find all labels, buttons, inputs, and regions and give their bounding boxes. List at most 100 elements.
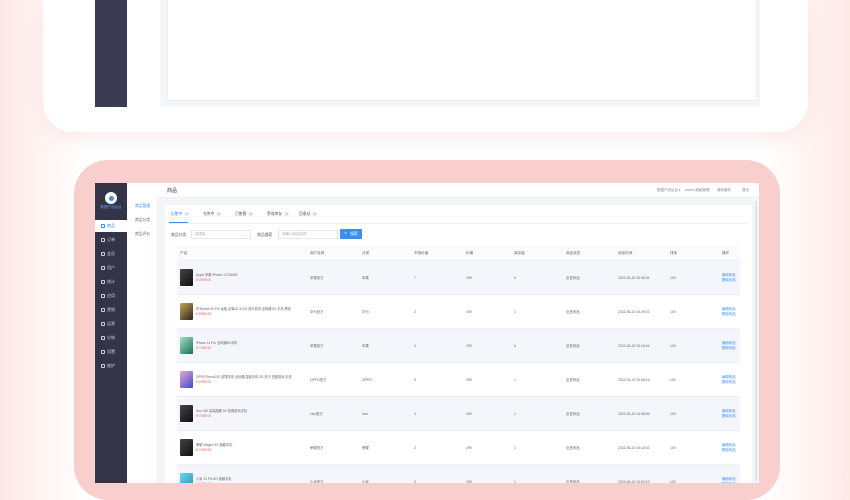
- sidebar-item-label: 会员: [107, 251, 115, 256]
- cell-price2: 199: [463, 294, 511, 329]
- sidebar-item[interactable]: 商品: [95, 220, 127, 232]
- menu-icon: [101, 238, 105, 242]
- menu-icon: [101, 224, 105, 228]
- cell-category: 荣耀: [359, 430, 411, 465]
- cell-sort: 100: [667, 464, 719, 483]
- cell-market: 3: [411, 464, 463, 483]
- subnav-item[interactable]: 商品评价: [127, 227, 157, 241]
- sidebar-item[interactable]: 应用: [95, 290, 127, 302]
- sidebar-item[interactable]: 分销: [95, 332, 127, 344]
- tab-count-badge: 0: [284, 212, 289, 216]
- table-row[interactable]: Apple 苹果 iPhone 12 256GB ¥ 3999.00 苹果官方 苹果 7…: [177, 260, 740, 295]
- sidebar-item[interactable]: 用户: [95, 262, 127, 274]
- cell-time: 2022-06-20 15:18:44: [615, 328, 667, 363]
- user-menu[interactable]: admin 超级管理: [685, 188, 710, 193]
- status-tab[interactable]: 已售罄 0: [235, 212, 254, 217]
- column-header: 产品: [177, 246, 307, 261]
- sidebar-item[interactable]: 运营: [95, 318, 127, 330]
- tab-count-badge: 0: [312, 212, 318, 216]
- tab-divider: [169, 223, 748, 224]
- column-header: 商品状态: [563, 246, 615, 261]
- product-thumbnail[interactable]: [180, 439, 193, 456]
- sidebar-item[interactable]: 订单: [95, 234, 127, 246]
- cell-time: 2022-06-20 15:08:15: [615, 362, 667, 397]
- tab-count-badge: 7: [184, 212, 190, 216]
- cell-status: 出售商品: [563, 294, 615, 329]
- cell-time: 2022-06-20 15:18:02: [615, 430, 667, 465]
- product-thumbnail[interactable]: [180, 269, 193, 286]
- delete-product-link[interactable]: 删除商品: [722, 414, 739, 419]
- product-price: ¥ 7499.00: [196, 346, 212, 351]
- top-bar: 商品 数据产品后台 ▸ admin 超级管理 清除缓存 退出: [157, 183, 759, 198]
- table-row[interactable]: vivo X80 高端旗舰 5G 拍照游戏手机 ¥ 7499.00 vivo官方 vi…: [177, 396, 740, 431]
- product-thumbnail[interactable]: [180, 337, 193, 354]
- table-row[interactable]: OPPO Reno8 5G 超薄手机 全网通 智能手机 5G 双卡 拍照游戏 手…: [177, 362, 740, 397]
- status-tab[interactable]: 出售中 7: [171, 212, 190, 217]
- status-tab[interactable]: 回收站 0: [299, 212, 318, 217]
- sidebar-item-label: 设置: [107, 349, 115, 354]
- table-row[interactable]: 华为Mate 50 Pro 远端 天翼4G 512G 双卡双待 全网通 5G 手…: [177, 294, 740, 329]
- menu-icon: [101, 364, 105, 368]
- sidebar-item[interactable]: 营销: [95, 304, 127, 316]
- cell-stock: 1: [511, 396, 563, 431]
- cell-stock: 1: [511, 362, 563, 397]
- table-row[interactable]: iPhone 14 Pro 全网通5G手机 ¥ 7499.00 苹果官方 苹果 4 299…: [177, 328, 740, 363]
- subnav-item[interactable]: 商品分类: [127, 213, 157, 227]
- product-info: 华为Mate 50 Pro 远端 天翼4G 512G 双卡双待 全网通 5G 手…: [180, 303, 306, 320]
- tab-label: 仓库中: [203, 212, 215, 216]
- scrollbar[interactable]: [755, 201, 757, 481]
- cell-merchant: 苹果官方: [307, 328, 359, 363]
- sidebar-item[interactable]: 设置: [95, 346, 127, 358]
- table-row[interactable]: 荣耀 Magic4 5G 旗舰手机 ¥ 7499.00 荣耀官方 荣耀 3 299 1 出售商…: [177, 430, 740, 465]
- delete-product-link[interactable]: 删除商品: [722, 380, 739, 385]
- menu-icon: [101, 336, 105, 340]
- column-header: 商户名称: [307, 246, 359, 261]
- sidebar-item[interactable]: 统计: [95, 276, 127, 288]
- product-thumbnail[interactable]: [180, 473, 193, 483]
- cell-stock: 1: [511, 294, 563, 329]
- search-button[interactable]: 🔍 搜索: [340, 229, 362, 239]
- category-filter-label: 商品分类: [171, 233, 187, 237]
- sidebar-item[interactable]: 维护: [95, 360, 127, 372]
- cell-price2: 299: [463, 328, 511, 363]
- cell-time: 2022-06-20 15:29:02: [615, 294, 667, 329]
- cell-price2: 299: [463, 362, 511, 397]
- actions-cell: 编辑商品删除商品: [719, 294, 740, 329]
- sidebar-item-label: 运营: [107, 321, 115, 326]
- actions-cell: 编辑商品删除商品: [719, 396, 740, 431]
- page-title: 商品: [167, 188, 178, 194]
- product-thumbnail[interactable]: [180, 371, 193, 388]
- product-thumbnail[interactable]: [180, 303, 193, 320]
- table-row[interactable]: 小米 13 Pro 5G 旗舰手机¥ 3999.00小米官方小米31991出售商…: [177, 464, 740, 484]
- logout-button[interactable]: 退出: [742, 188, 749, 193]
- tab-label: 警戒库存: [267, 212, 283, 216]
- cell-status: 出售商品: [563, 396, 615, 431]
- sidebar-item[interactable]: 会员: [95, 248, 127, 260]
- delete-product-link[interactable]: 删除商品: [722, 448, 739, 453]
- subnav-item[interactable]: 商品管理: [127, 199, 157, 213]
- cell-merchant: 苹果官方: [307, 260, 359, 295]
- product-text: Apple 苹果 iPhone 12 256GB ¥ 3999.00: [196, 273, 237, 283]
- cell-sort: 100: [667, 294, 719, 329]
- cell-sort: 100: [667, 396, 719, 431]
- product-thumbnail[interactable]: [180, 405, 193, 422]
- cell-price2: 199: [463, 260, 511, 295]
- product-text: vivo X80 高端旗舰 5G 拍照游戏手机 ¥ 7499.00: [196, 409, 247, 419]
- menu-icon: [101, 252, 105, 256]
- tab-label: 已售罄: [235, 212, 247, 216]
- delete-product-link[interactable]: 删除商品: [722, 278, 739, 283]
- clear-cache-button[interactable]: 清除缓存: [717, 188, 731, 193]
- delete-product-link[interactable]: 删除商品: [722, 482, 739, 484]
- search-input[interactable]: 请输入商品名称: [278, 230, 338, 239]
- product-price: ¥ 2999.00: [196, 380, 212, 385]
- delete-product-link[interactable]: 删除商品: [722, 346, 739, 351]
- cell-stock: 6: [511, 328, 563, 363]
- search-button-label: 搜索: [350, 232, 358, 236]
- product-price: ¥ 3999.00: [196, 278, 212, 283]
- delete-product-link[interactable]: 删除商品: [722, 312, 739, 317]
- category-select[interactable]: 请选择 ⌄: [191, 230, 251, 239]
- status-tab[interactable]: 警戒库存 0: [267, 212, 289, 217]
- product-name: 荣耀 Magic4 5G 旗舰手机: [196, 442, 233, 447]
- status-tab[interactable]: 仓库中 0: [203, 212, 222, 217]
- product-cell: iPhone 14 Pro 全网通5G手机 ¥ 7499.00: [177, 328, 307, 363]
